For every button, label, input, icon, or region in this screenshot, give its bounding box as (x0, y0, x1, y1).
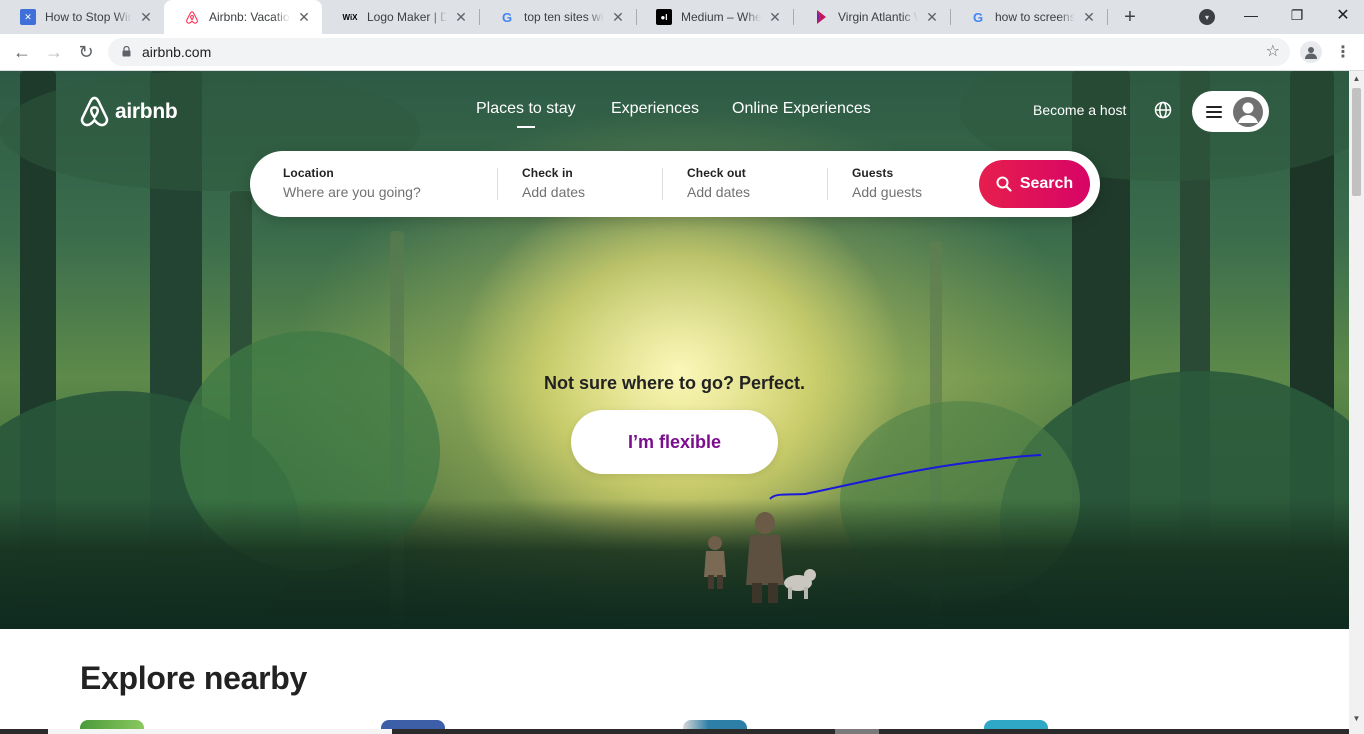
browser-tab[interactable]: ✕ How to Stop Windows ✕ (0, 0, 164, 34)
close-tab-icon[interactable]: ✕ (453, 9, 469, 25)
user-avatar-icon (1238, 102, 1258, 123)
close-tab-icon[interactable]: ✕ (767, 9, 783, 25)
bookmark-star-icon[interactable]: ☆ (1266, 41, 1280, 61)
reload-icon[interactable]: ↻ (74, 40, 98, 64)
horizontal-scrollbar[interactable] (0, 729, 1349, 734)
field-divider (827, 168, 828, 200)
profile-icon[interactable] (1300, 41, 1322, 63)
new-tab-button[interactable]: + (1118, 5, 1142, 29)
checkout-field[interactable]: Check out Add dates (687, 166, 750, 200)
hero-banner: airbnb Places to stay Experiences Online… (0, 71, 1349, 629)
app-favicon-icon: ✕ (20, 9, 36, 25)
im-flexible-button[interactable]: I’m flexible (571, 410, 778, 474)
checkin-field[interactable]: Check in Add dates (522, 166, 585, 200)
tab-title: How to Stop Windows (45, 10, 132, 24)
tab-separator (1107, 9, 1108, 25)
nav-online-experiences[interactable]: Online Experiences (732, 100, 871, 118)
browser-tab[interactable]: ●I Medium – Where good ✕ (636, 0, 793, 34)
guests-value: Add guests (852, 184, 923, 200)
tab-title: top ten sites with (524, 10, 604, 24)
search-button[interactable]: Search (979, 160, 1090, 208)
checkout-label: Check out (687, 166, 746, 180)
browser-menu-icon[interactable]: ⋮ (1335, 41, 1351, 63)
browser-tab[interactable]: Virgin Atlantic Worldwide ✕ (793, 0, 950, 34)
forest-floor (0, 499, 1349, 629)
close-tab-icon[interactable]: ✕ (610, 9, 626, 25)
tab-title: how to screenshot (995, 10, 1075, 24)
nav-places-to-stay[interactable]: Places to stay (476, 100, 576, 128)
browser-tab[interactable]: G top ten sites with ✕ (479, 0, 636, 34)
hero-tagline: Not sure where to go? Perfect. (543, 373, 806, 393)
tab-title: Medium – Where good (681, 10, 761, 24)
lock-icon (122, 46, 131, 57)
wix-favicon-icon: WiX (342, 12, 358, 22)
annotation-line (769, 454, 1042, 500)
search-bar: Location Where are you going? Check in A… (250, 151, 1100, 217)
guests-field[interactable]: Guests Add guests (852, 166, 922, 200)
forward-arrow-icon[interactable]: → (42, 40, 66, 64)
url-text: airbnb.com (142, 44, 212, 60)
explore-nearby-heading: Explore nearby (80, 660, 308, 696)
close-window-button[interactable]: ✕ (1320, 0, 1364, 30)
virgin-favicon-icon (813, 9, 829, 25)
hikers-illustration (704, 512, 816, 603)
location-input[interactable]: Where are you going? (283, 184, 421, 200)
nav-experiences[interactable]: Experiences (611, 100, 699, 118)
browser-tab-strip: ✕ How to Stop Windows ✕ Airbnb: Vacation… (0, 0, 1364, 34)
airbnb-logo-icon (80, 96, 109, 127)
location-label: Location (283, 166, 334, 180)
tab-title: Logo Maker | Design (367, 10, 447, 24)
close-tab-icon[interactable]: ✕ (296, 9, 312, 25)
close-tab-icon[interactable]: ✕ (924, 9, 940, 25)
checkin-label: Check in (522, 166, 573, 180)
field-divider (662, 168, 663, 200)
search-button-label: Search (1019, 175, 1074, 192)
address-bar[interactable]: airbnb.com ☆ (108, 38, 1290, 66)
minimize-window-button[interactable]: — (1228, 0, 1274, 30)
close-tab-icon[interactable]: ✕ (1081, 9, 1097, 25)
google-favicon-icon: G (501, 9, 513, 25)
airbnb-logo[interactable]: airbnb (79, 95, 178, 128)
logo-wordmark: airbnb (115, 99, 178, 123)
close-tab-icon[interactable]: ✕ (138, 9, 154, 25)
checkout-value: Add dates (687, 184, 751, 200)
field-divider (497, 168, 498, 200)
tab-title: Virgin Atlantic Worldwide (838, 10, 918, 24)
avatar (1233, 96, 1263, 127)
location-field[interactable]: Location Where are you going? (283, 166, 421, 200)
search-icon (996, 176, 1012, 192)
restore-window-button[interactable]: ❐ (1274, 0, 1320, 30)
back-arrow-icon[interactable]: ← (10, 40, 34, 64)
tab-search-icon[interactable]: ▾ (1199, 9, 1215, 25)
browser-tab[interactable]: G how to screenshot ✕ (950, 0, 1107, 34)
globe-icon[interactable] (1154, 101, 1172, 119)
become-host-link[interactable]: Become a host (1033, 102, 1126, 118)
hamburger-menu-icon (1206, 105, 1222, 118)
user-menu-button[interactable] (1192, 91, 1269, 132)
vertical-scrollbar[interactable]: ▲ ▼ (1349, 71, 1364, 734)
tab-title: Airbnb: Vacation Rentals (209, 10, 290, 24)
checkin-value: Add dates (522, 184, 586, 200)
medium-favicon-icon: ●I (656, 9, 672, 25)
scroll-up-arrow-icon[interactable]: ▲ (1349, 71, 1364, 86)
scroll-down-arrow-icon[interactable]: ▼ (1349, 711, 1364, 726)
guests-label: Guests (852, 166, 894, 180)
browser-toolbar: ← → ↻ airbnb.com ☆ ⋮ (0, 34, 1364, 71)
google-favicon-icon: G (972, 9, 984, 25)
browser-tab[interactable]: WiX Logo Maker | Design ✕ (322, 0, 479, 34)
airbnb-favicon-icon (184, 9, 200, 25)
browser-tab-active[interactable]: Airbnb: Vacation Rentals ✕ (164, 0, 322, 34)
scrollbar-thumb[interactable] (1352, 88, 1361, 196)
